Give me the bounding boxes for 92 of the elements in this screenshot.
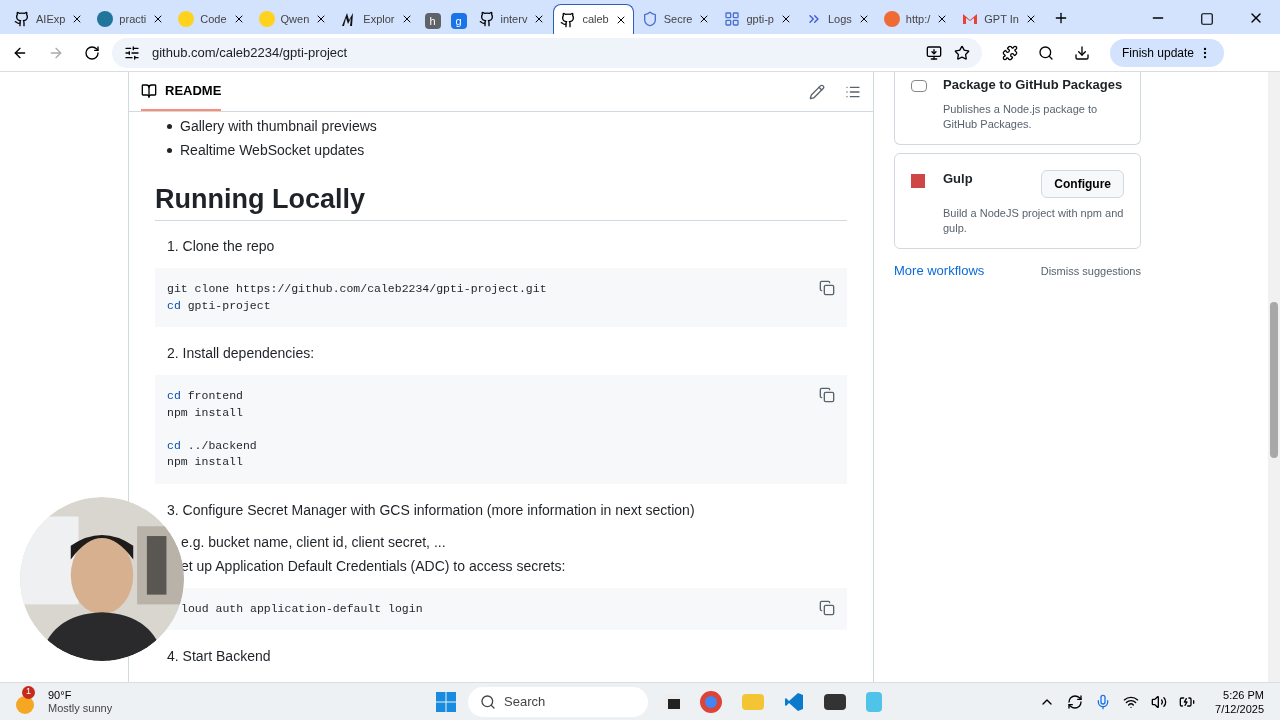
copy-icon[interactable] bbox=[819, 387, 835, 403]
taskbar-search[interactable]: Search bbox=[468, 686, 648, 717]
url-text: github.com/caleb2234/gpti-project bbox=[152, 43, 349, 62]
install-icon[interactable] bbox=[926, 44, 942, 61]
readme-tab[interactable]: README bbox=[141, 72, 222, 111]
pinned-tab[interactable]: h bbox=[420, 8, 445, 34]
browser-tab[interactable]: practi bbox=[91, 4, 171, 34]
edit-icon[interactable] bbox=[809, 83, 825, 100]
code-line: cd gpti-project bbox=[167, 297, 271, 314]
tab-title: caleb bbox=[582, 12, 609, 28]
sync-icon[interactable] bbox=[1067, 693, 1084, 710]
letter-icon: h bbox=[424, 13, 441, 29]
code-editor-icon[interactable] bbox=[784, 691, 804, 712]
tab-title: Secre bbox=[663, 11, 693, 27]
dismiss-link[interactable]: Dismiss suggestions bbox=[1040, 262, 1141, 279]
start-icon[interactable] bbox=[436, 691, 456, 712]
browser-tab[interactable]: Secre bbox=[635, 4, 717, 34]
step-text: 2. Install dependencies: bbox=[166, 344, 316, 363]
tab-title: Explor bbox=[363, 11, 395, 27]
tab-title: http:/ bbox=[905, 11, 931, 27]
address-bar[interactable]: github.com/caleb2234/gpti-project bbox=[112, 37, 982, 68]
browser-tab[interactable]: Code bbox=[172, 4, 251, 34]
close-icon[interactable] bbox=[780, 13, 792, 25]
code-line: npm install bbox=[167, 404, 243, 421]
workflow-description: Publishes a Node.js package to GitHub Packages. bbox=[943, 102, 1099, 132]
browser-tab[interactable]: caleb bbox=[553, 4, 634, 34]
tab-title: AIExp bbox=[36, 11, 66, 27]
weather-condition: Mostly sunny bbox=[48, 701, 113, 715]
list-item: Gallery with thumbnail previews bbox=[180, 117, 377, 136]
tab-title: GPT In bbox=[984, 11, 1019, 27]
download-icon[interactable] bbox=[1074, 44, 1090, 61]
code-line: cd ../backend bbox=[167, 437, 257, 454]
browser-tab[interactable]: http:/ bbox=[877, 4, 955, 34]
tab-title: Code bbox=[200, 11, 227, 27]
search-icon bbox=[480, 693, 496, 710]
search-icon[interactable] bbox=[1038, 44, 1054, 61]
tab-title: Qwen bbox=[280, 11, 310, 27]
code-line: loud auth application-default login bbox=[181, 600, 423, 617]
browser-tab[interactable]: gpti-p bbox=[718, 4, 798, 34]
copy-icon[interactable] bbox=[819, 280, 835, 296]
scrollbar[interactable] bbox=[1268, 72, 1280, 682]
pinned-tab[interactable]: g bbox=[446, 8, 471, 34]
clock-date[interactable]: 7/12/2025 bbox=[1215, 701, 1264, 716]
tab-title: Logs bbox=[828, 11, 852, 27]
browser-tab[interactable]: Logs bbox=[800, 4, 876, 34]
code-line: cd frontend bbox=[167, 388, 243, 404]
circle-logo-icon bbox=[883, 11, 900, 27]
chrome-icon[interactable] bbox=[700, 690, 722, 713]
task-view-icon[interactable] bbox=[664, 694, 680, 709]
browser-tab[interactable]: interv bbox=[472, 4, 552, 34]
tab-title: gpti-p bbox=[746, 11, 774, 27]
copy-icon[interactable] bbox=[819, 599, 835, 616]
bookmark-icon[interactable] bbox=[954, 44, 970, 61]
clock-time[interactable]: 5:26 PM bbox=[1223, 687, 1264, 702]
letter-icon: g bbox=[450, 13, 467, 29]
site-info-icon[interactable] bbox=[124, 44, 140, 61]
grid-icon bbox=[724, 11, 741, 27]
shield-icon bbox=[641, 11, 658, 27]
mail-icon bbox=[962, 11, 979, 27]
browser-tab[interactable]: GPT In bbox=[956, 4, 1043, 34]
workflow-description: Build a NodeJS project with npm and gulp. bbox=[943, 206, 1124, 236]
restore-icon[interactable] bbox=[1200, 12, 1214, 26]
step-text: 1. Clone the repo bbox=[166, 237, 276, 256]
volume-icon[interactable] bbox=[1151, 693, 1168, 710]
tab-title: practi bbox=[119, 11, 147, 27]
reload-icon[interactable] bbox=[84, 44, 100, 61]
extensions-icon[interactable] bbox=[1002, 44, 1018, 61]
notification-badge: 1 bbox=[22, 685, 35, 699]
browser-tab[interactable]: AIExp bbox=[8, 4, 90, 34]
gulp-logo-icon bbox=[911, 174, 925, 188]
tab-title: interv bbox=[500, 11, 528, 27]
browser-tab[interactable]: Qwen bbox=[252, 4, 334, 34]
step-text: 4. Start Backend bbox=[166, 647, 272, 666]
configure-button[interactable]: Configure bbox=[1041, 170, 1124, 198]
weather-icon bbox=[16, 695, 34, 714]
step-text: 3. Configure Secret Manager with GCS information (more information in next section) bbox=[166, 500, 696, 520]
book-icon bbox=[141, 82, 157, 99]
workflow-title: Package to GitHub Packages bbox=[943, 76, 1124, 94]
code-line: npm install bbox=[167, 454, 243, 470]
paragraph: e.g. bucket name, client id, client secret, ... bbox=[180, 532, 447, 552]
code-line: git clone https://github.com/caleb2234/gpti-project.git bbox=[167, 281, 547, 297]
more-workflows-link[interactable]: More workflows bbox=[894, 261, 985, 281]
github-icon bbox=[14, 11, 30, 27]
temperature: 90°F bbox=[48, 688, 73, 702]
finish-update-button[interactable]: Finish update bbox=[1110, 38, 1225, 67]
terminal-icon[interactable] bbox=[824, 693, 846, 710]
list-item: Realtime WebSocket updates bbox=[180, 141, 365, 160]
browser-tab[interactable]: Explor bbox=[335, 4, 419, 34]
section-heading: Running Locally bbox=[155, 182, 847, 221]
github-icon bbox=[478, 11, 495, 27]
github-icon bbox=[560, 11, 577, 28]
workflow-title: Gulp bbox=[943, 170, 974, 188]
